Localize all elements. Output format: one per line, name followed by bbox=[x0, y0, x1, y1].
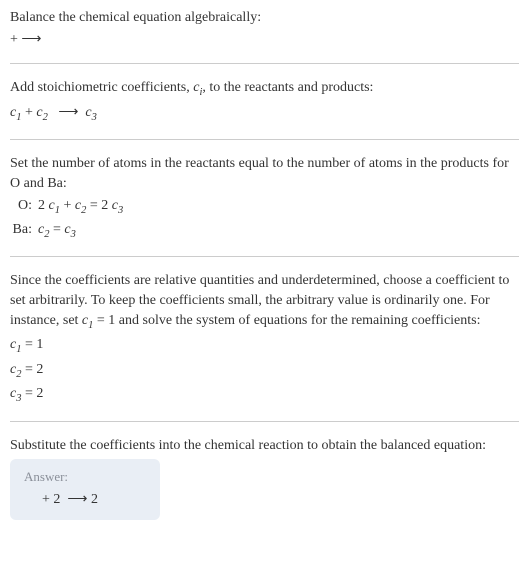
element-label-oxygen: O: bbox=[10, 195, 38, 216]
c3-sub: 3 bbox=[71, 229, 76, 240]
solution-c3: c3 = 2 bbox=[10, 384, 519, 406]
answer-equation: + 2 ⟶ 2 bbox=[24, 491, 146, 508]
arrow-icon: ⟶ bbox=[21, 32, 41, 47]
answer-title: Answer: bbox=[24, 469, 146, 485]
equation-barium: c2 = c3 bbox=[38, 219, 76, 243]
c1-sub: 1 bbox=[16, 111, 21, 122]
answer-2: 2 bbox=[91, 492, 98, 507]
text-prefix: Add stoichiometric coefficients, bbox=[10, 80, 193, 95]
section-substitute: Substitute the coefficients into the che… bbox=[10, 436, 519, 456]
plus-text: + bbox=[25, 105, 36, 120]
equation-row-barium: Ba: c2 = c3 bbox=[10, 219, 519, 243]
section-intro: Balance the chemical equation algebraica… bbox=[10, 8, 519, 49]
answer-box: Answer: + 2 ⟶ 2 bbox=[10, 459, 160, 520]
section-add-coeffs: Add stoichiometric coefficients, ci, to … bbox=[10, 78, 519, 125]
coef-2: 2 bbox=[38, 198, 49, 213]
plus-text: + bbox=[60, 198, 75, 213]
c2-sub: 2 bbox=[43, 111, 48, 122]
add-coeffs-text: Add stoichiometric coefficients, ci, to … bbox=[10, 78, 519, 100]
c-val: = 2 bbox=[21, 386, 43, 401]
c-val: = 2 bbox=[21, 362, 43, 377]
solution-c2: c2 = 2 bbox=[10, 360, 519, 382]
intro-reactants-gap: + bbox=[10, 32, 21, 47]
answer-plus-2: + 2 bbox=[42, 492, 64, 507]
equals-text: = bbox=[49, 222, 64, 237]
element-label-barium: Ba: bbox=[10, 219, 38, 240]
divider bbox=[10, 256, 519, 257]
intro-line-1: Balance the chemical equation algebraica… bbox=[10, 8, 519, 28]
equation-oxygen: 2 c1 + c2 = 2 c3 bbox=[38, 195, 123, 219]
divider bbox=[10, 63, 519, 64]
text-suffix: = 1 and solve the system of equations fo… bbox=[93, 313, 480, 328]
equals-text: = 2 bbox=[86, 198, 111, 213]
c3-sub: 3 bbox=[118, 205, 123, 216]
c-val: = 1 bbox=[21, 337, 43, 352]
text-suffix: , to the reactants and products: bbox=[202, 80, 373, 95]
solve-text: Since the coefficients are relative quan… bbox=[10, 271, 519, 333]
section-solve: Since the coefficients are relative quan… bbox=[10, 271, 519, 406]
substitute-text: Substitute the coefficients into the che… bbox=[10, 436, 519, 456]
arrow-icon: ⟶ bbox=[58, 105, 78, 120]
divider bbox=[10, 421, 519, 422]
atom-balance-text: Set the number of atoms in the reactants… bbox=[10, 154, 519, 193]
section-atom-balance: Set the number of atoms in the reactants… bbox=[10, 154, 519, 242]
coeff-equation: c1 + c2 ⟶ c3 bbox=[10, 103, 519, 125]
c3-sub: 3 bbox=[92, 111, 97, 122]
solution-c1: c1 = 1 bbox=[10, 335, 519, 357]
intro-reaction: + ⟶ bbox=[10, 30, 519, 50]
equation-row-oxygen: O: 2 c1 + c2 = 2 c3 bbox=[10, 195, 519, 219]
arrow-icon: ⟶ bbox=[67, 492, 87, 507]
divider bbox=[10, 139, 519, 140]
